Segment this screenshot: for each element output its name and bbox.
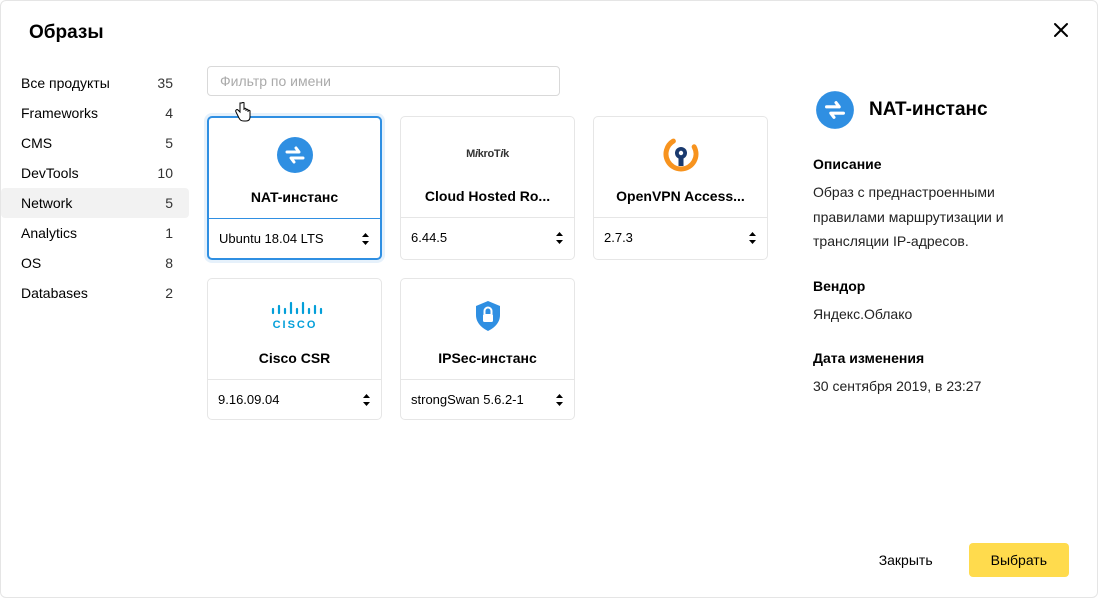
cancel-button[interactable]: Закрыть (857, 543, 955, 577)
detail-description-label: Описание (813, 156, 1069, 172)
sidebar-item-databases[interactable]: Databases 2 (1, 278, 189, 308)
version-select[interactable]: strongSwan 5.6.2-1 (401, 379, 574, 419)
svg-text:CISCO: CISCO (272, 319, 317, 331)
sidebar-item-frameworks[interactable]: Frameworks 4 (1, 98, 189, 128)
select-arrows-icon (555, 393, 564, 407)
modal-title: Образы (29, 22, 104, 44)
select-arrows-icon (361, 232, 370, 246)
ipsec-icon (470, 296, 506, 336)
sidebar-item-count: 8 (165, 255, 173, 271)
sidebar-item-network[interactable]: Network 5 (1, 188, 189, 218)
sidebar-item-count: 10 (157, 165, 173, 181)
sidebar-item-os[interactable]: OS 8 (1, 248, 189, 278)
detail-panel: NAT-инстанс Описание Образ с преднастрое… (805, 60, 1077, 527)
card-mikrotik[interactable]: MikroTik Cloud Hosted Ro... 6.44.5 (400, 116, 575, 260)
version-select[interactable]: Ubuntu 18.04 LTS (209, 218, 380, 258)
openvpn-icon (663, 134, 699, 174)
sidebar-item-count: 4 (165, 105, 173, 121)
cards-grid: NAT-инстанс Ubuntu 18.04 LTS MikroTik (207, 116, 805, 420)
sidebar-item-label: Network (21, 195, 72, 211)
main-content: NAT-инстанс Ubuntu 18.04 LTS MikroTik (189, 60, 805, 527)
sidebar-item-label: DevTools (21, 165, 79, 181)
card-title: IPSec-инстанс (409, 350, 566, 366)
sidebar-item-cms[interactable]: CMS 5 (1, 128, 189, 158)
filter-input[interactable] (207, 66, 560, 96)
detail-vendor-label: Вендор (813, 278, 1069, 294)
sidebar-item-count: 5 (165, 195, 173, 211)
card-top: MikroTik Cloud Hosted Ro... (401, 117, 574, 217)
card-top: NAT-инстанс (209, 118, 380, 218)
sidebar-item-count: 2 (165, 285, 173, 301)
card-title: Cloud Hosted Ro... (409, 188, 566, 204)
card-top: CISCO Cisco CSR (208, 279, 381, 379)
sidebar-item-count: 35 (157, 75, 173, 91)
cisco-logo: CISCO (265, 296, 325, 336)
modal-body: Все продукты 35 Frameworks 4 CMS 5 DevTo… (1, 52, 1097, 527)
detail-description-text: Образ с преднастроенными правилами маршр… (813, 180, 1069, 254)
sidebar-item-label: CMS (21, 135, 52, 151)
image-select-modal: Образы Все продукты 35 Frameworks 4 CMS … (0, 0, 1098, 598)
card-ipsec[interactable]: IPSec-инстанс strongSwan 5.6.2-1 (400, 278, 575, 420)
select-arrows-icon (362, 393, 371, 407)
card-nat[interactable]: NAT-инстанс Ubuntu 18.04 LTS (207, 116, 382, 260)
detail-date-section: Дата изменения 30 сентября 2019, в 23:27 (813, 350, 1069, 399)
version-select[interactable]: 6.44.5 (401, 217, 574, 257)
mikrotik-logo: MikroTik (466, 134, 509, 174)
sidebar-item-label: OS (21, 255, 41, 271)
card-title: NAT-инстанс (217, 189, 372, 205)
version-select[interactable]: 2.7.3 (594, 217, 767, 257)
card-title: Cisco CSR (216, 350, 373, 366)
detail-description-section: Описание Образ с преднастроенными правил… (813, 156, 1069, 254)
detail-title: NAT-инстанс (869, 99, 988, 121)
detail-date-text: 30 сентября 2019, в 23:27 (813, 374, 1069, 399)
sidebar-item-label: Все продукты (21, 75, 110, 91)
nat-icon (813, 88, 857, 132)
card-openvpn[interactable]: OpenVPN Access... 2.7.3 (593, 116, 768, 260)
card-cisco[interactable]: CISCO Cisco CSR 9.16.09.04 (207, 278, 382, 420)
nat-icon (275, 135, 315, 175)
sidebar-item-label: Frameworks (21, 105, 98, 121)
version-value: 6.44.5 (411, 230, 447, 245)
detail-vendor-section: Вендор Яндекс.Облако (813, 278, 1069, 327)
version-select[interactable]: 9.16.09.04 (208, 379, 381, 419)
select-button[interactable]: Выбрать (969, 543, 1069, 577)
detail-header: NAT-инстанс (813, 88, 1069, 132)
card-top: OpenVPN Access... (594, 117, 767, 217)
sidebar-item-count: 5 (165, 135, 173, 151)
sidebar-item-devtools[interactable]: DevTools 10 (1, 158, 189, 188)
detail-vendor-text: Яндекс.Облако (813, 302, 1069, 327)
version-value: strongSwan 5.6.2-1 (411, 392, 524, 407)
sidebar-item-label: Analytics (21, 225, 77, 241)
card-top: IPSec-инстанс (401, 279, 574, 379)
select-arrows-icon (555, 231, 564, 245)
modal-footer: Закрыть Выбрать (1, 527, 1097, 597)
modal-header: Образы (1, 1, 1097, 52)
sidebar-item-all[interactable]: Все продукты 35 (1, 68, 189, 98)
card-title: OpenVPN Access... (602, 188, 759, 204)
version-value: 2.7.3 (604, 230, 633, 245)
sidebar-item-analytics[interactable]: Analytics 1 (1, 218, 189, 248)
sidebar-item-label: Databases (21, 285, 88, 301)
sidebar-item-count: 1 (165, 225, 173, 241)
version-value: 9.16.09.04 (218, 392, 279, 407)
version-value: Ubuntu 18.04 LTS (219, 231, 324, 246)
select-arrows-icon (748, 231, 757, 245)
detail-date-label: Дата изменения (813, 350, 1069, 366)
close-icon[interactable] (1053, 21, 1069, 44)
sidebar: Все продукты 35 Frameworks 4 CMS 5 DevTo… (1, 60, 189, 527)
